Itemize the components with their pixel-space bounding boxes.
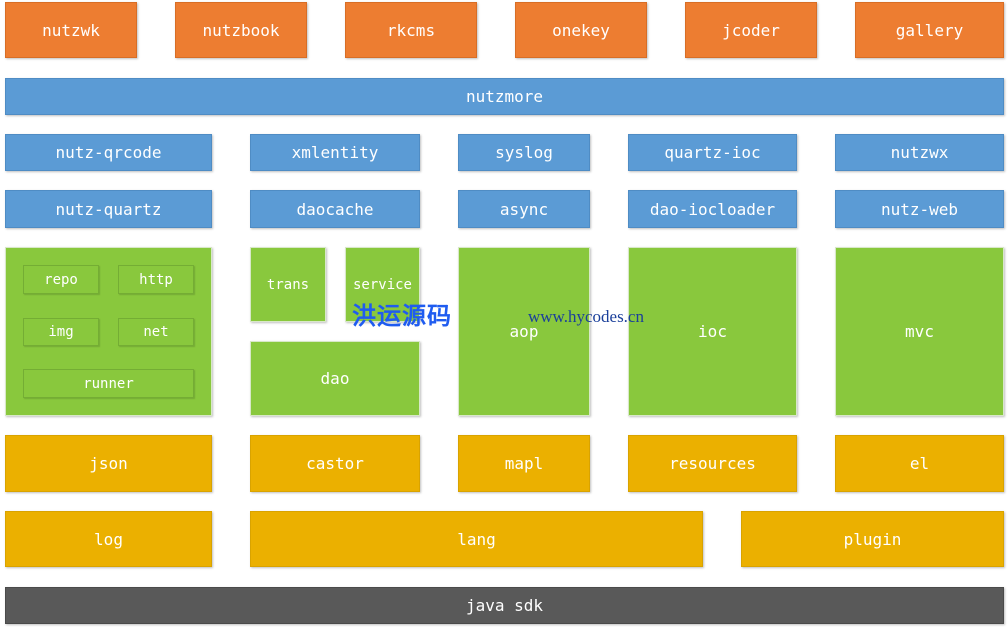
base-castor: castor: [250, 435, 420, 492]
tool-runner: runner: [23, 369, 194, 398]
tool-repo: repo: [23, 265, 99, 294]
base-el: el: [835, 435, 1004, 492]
app-nutzbook: nutzbook: [175, 2, 307, 58]
app-rkcms: rkcms: [345, 2, 477, 58]
app-onekey: onekey: [515, 2, 647, 58]
core-ioc: ioc: [628, 247, 797, 416]
watermark-url: www.hycodes.cn: [528, 307, 644, 326]
plugin-quartz-ioc: quartz-ioc: [628, 134, 797, 171]
plugin-nutz-web: nutz-web: [835, 190, 1004, 228]
watermark-cn: 洪运源码: [352, 302, 452, 330]
core-trans: trans: [250, 247, 326, 322]
base-resources: resources: [628, 435, 797, 492]
app-jcoder: jcoder: [685, 2, 817, 58]
plugin-daocache: daocache: [250, 190, 420, 228]
core-aop: aop: [458, 247, 590, 416]
tool-http: http: [118, 265, 194, 294]
app-gallery: gallery: [855, 2, 1004, 58]
base-log: log: [5, 511, 212, 567]
core-mvc: mvc: [835, 247, 1004, 416]
app-nutzwk: nutzwk: [5, 2, 137, 58]
base-json: json: [5, 435, 212, 492]
plugin-nutz-quartz: nutz-quartz: [5, 190, 212, 228]
base-plugin: plugin: [741, 511, 1004, 567]
base-lang: lang: [250, 511, 703, 567]
plugin-syslog: syslog: [458, 134, 590, 171]
tool-img: img: [23, 318, 99, 346]
base-mapl: mapl: [458, 435, 590, 492]
plugin-nutzwx: nutzwx: [835, 134, 1004, 171]
plugin-xmlentity: xmlentity: [250, 134, 420, 171]
java-sdk-bar: java sdk: [5, 587, 1004, 624]
plugin-async: async: [458, 190, 590, 228]
tool-net: net: [118, 318, 194, 346]
nutzmore-bar: nutzmore: [5, 78, 1004, 115]
plugin-dao-iocloader: dao-iocloader: [628, 190, 797, 228]
core-dao: dao: [250, 341, 420, 416]
plugin-nutz-qrcode: nutz-qrcode: [5, 134, 212, 171]
